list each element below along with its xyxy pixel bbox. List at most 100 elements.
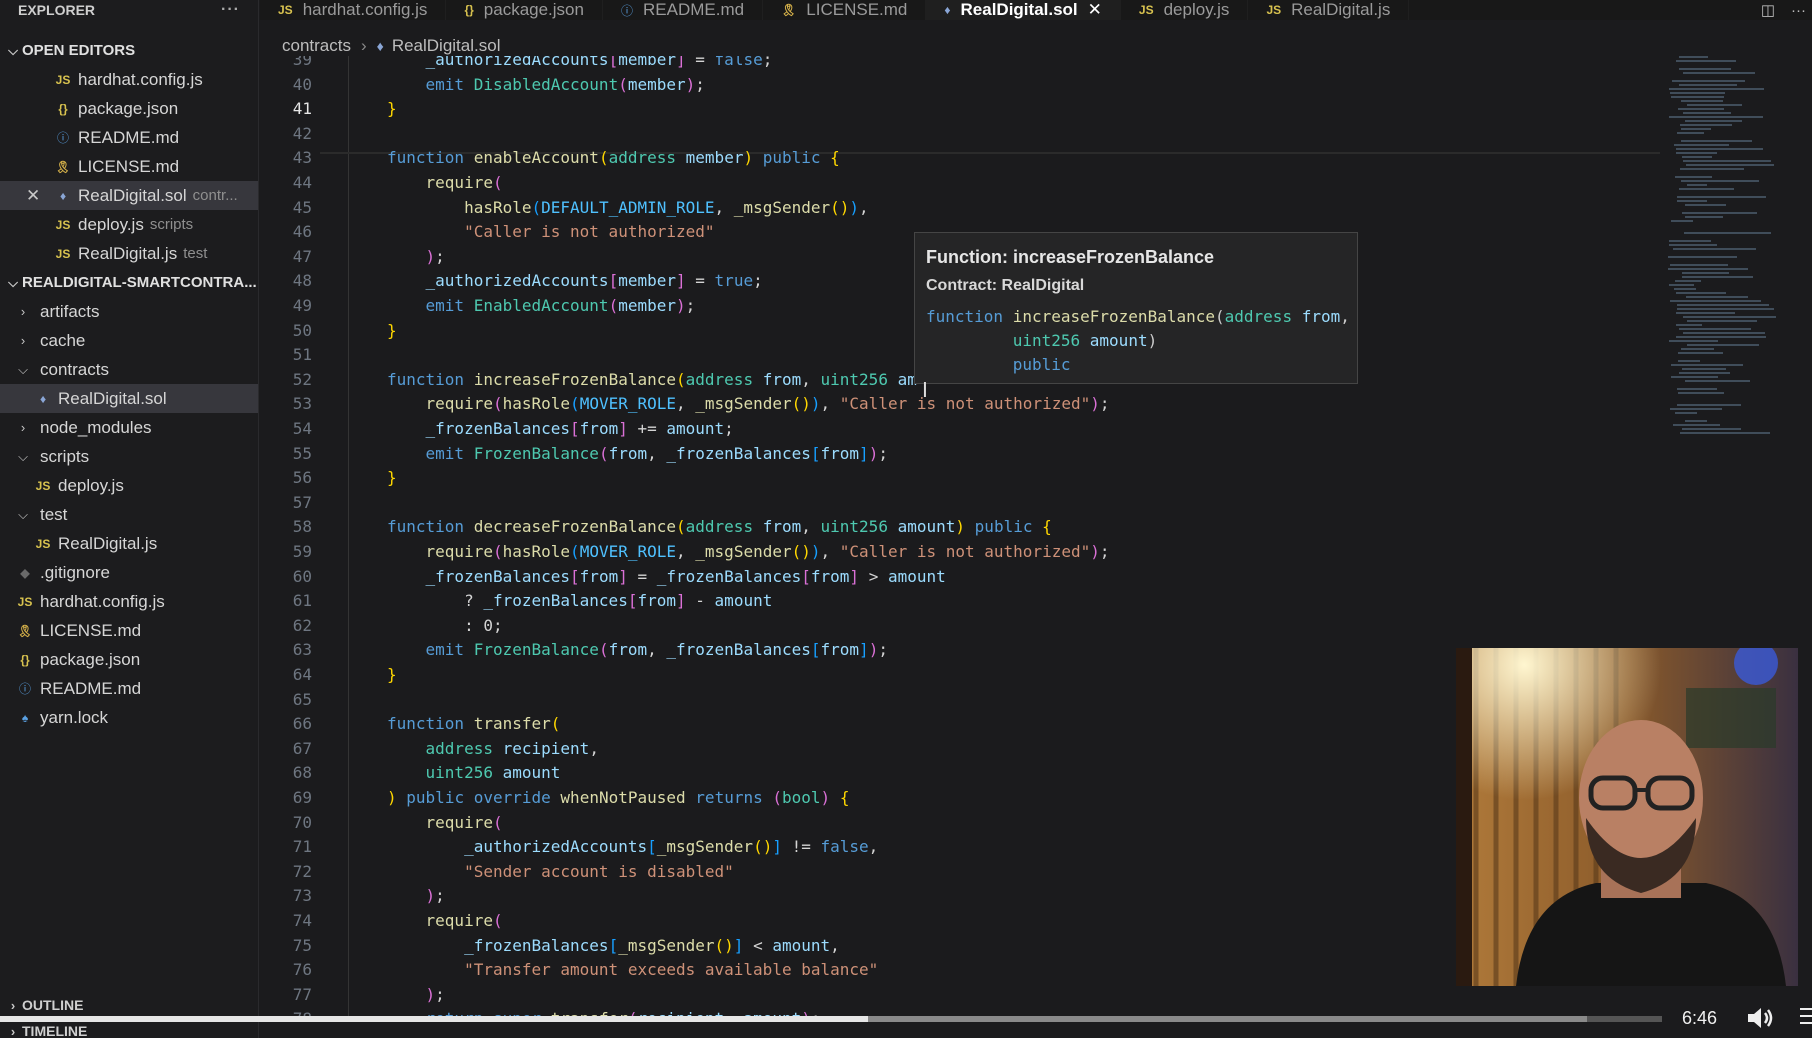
minimap-line bbox=[1676, 312, 1735, 314]
tab-actions: ◫ ··· bbox=[1761, 0, 1812, 20]
code-line: 41} bbox=[260, 97, 1660, 121]
tree-file[interactable]: JS RealDigital.js bbox=[0, 529, 258, 558]
minimap-line bbox=[1676, 60, 1736, 62]
code-text: function decreaseFrozenBalance(address f… bbox=[387, 517, 1052, 537]
breadcrumb-folder[interactable]: contracts bbox=[282, 36, 351, 56]
editor-tab[interactable]: ⓘ README.md bbox=[603, 0, 764, 20]
minimap-line bbox=[1679, 328, 1751, 330]
volume-icon[interactable] bbox=[1746, 1006, 1776, 1030]
minimap-line bbox=[1675, 280, 1701, 282]
close-icon[interactable]: ✕ bbox=[1088, 0, 1102, 20]
minimap-line bbox=[1678, 392, 1724, 394]
json-icon: {} bbox=[20, 652, 30, 667]
open-editor-item[interactable]: {} package.json bbox=[0, 94, 258, 123]
editor-tab[interactable]: 🎗 LICENSE.md bbox=[763, 0, 927, 20]
minimap-line bbox=[1676, 152, 1717, 154]
git-icon: ◆ bbox=[20, 565, 30, 580]
code-text: _frozenBalances[from] = _frozenBalances[… bbox=[425, 566, 946, 586]
breadcrumb: contracts › ♦ RealDigital.sol bbox=[282, 34, 500, 58]
explorer-sidebar: EXPLORER ··· ⌵ OPEN EDITORS JS hardhat.co… bbox=[0, 0, 259, 1038]
minimap-line bbox=[1676, 148, 1763, 150]
breadcrumb-file[interactable]: RealDigital.sol bbox=[392, 36, 501, 56]
line-number: 45 bbox=[292, 197, 312, 217]
line-number: 72 bbox=[292, 861, 312, 881]
tree-file[interactable]: ♠ yarn.lock bbox=[0, 703, 258, 732]
code-text: "Transfer amount exceeds available balan… bbox=[464, 960, 879, 980]
tree-folder[interactable]: › cache bbox=[0, 326, 258, 355]
editor-tab[interactable]: JS deploy.js bbox=[1121, 0, 1249, 20]
tree-folder[interactable]: ⌵ contracts bbox=[0, 355, 258, 384]
js-icon: JS bbox=[35, 536, 51, 551]
minimap-line bbox=[1678, 352, 1723, 354]
tree-file[interactable]: ⓘ README.md bbox=[0, 674, 258, 703]
tree-item-label: yarn.lock bbox=[40, 707, 109, 727]
info-icon: ⓘ bbox=[56, 131, 69, 145]
chevron-down-icon: ⌵ bbox=[18, 361, 28, 377]
minimap-line bbox=[1680, 432, 1770, 434]
project-section[interactable]: ⌵ REALDIGITAL-SMARTCONTRA... bbox=[0, 268, 258, 297]
tab-label: RealDigital.sol bbox=[960, 0, 1078, 19]
code-editor[interactable]: 39 _authorizedAccounts[member] = false; 4… bbox=[260, 56, 1660, 1016]
tree-file[interactable]: ♦ RealDigital.sol bbox=[0, 384, 258, 413]
minimap-line bbox=[1669, 284, 1694, 286]
minimap-line bbox=[1674, 288, 1696, 290]
minimap-line bbox=[1669, 244, 1717, 246]
open-editor-name: README.md bbox=[78, 127, 180, 147]
minimap-line bbox=[1669, 340, 1718, 342]
outline-section[interactable]: › OUTLINE bbox=[0, 992, 258, 1018]
line-number: 39 bbox=[292, 56, 312, 69]
editor-tab[interactable]: JS hardhat.config.js bbox=[260, 0, 447, 20]
minimap-line bbox=[1682, 272, 1729, 274]
tree-folder[interactable]: › node_modules bbox=[0, 413, 258, 442]
code-text: require( bbox=[425, 812, 503, 832]
tab-label: deploy.js bbox=[1163, 0, 1230, 19]
line-number: 64 bbox=[292, 665, 312, 684]
close-icon[interactable]: ✕ bbox=[26, 186, 52, 206]
open-editor-name: LICENSE.md bbox=[78, 156, 180, 176]
minimap-line bbox=[1669, 240, 1711, 242]
line-number: 61 bbox=[292, 591, 312, 611]
tree-file[interactable]: JS hardhat.config.js bbox=[0, 587, 258, 616]
js-icon: JS bbox=[278, 3, 293, 17]
tree-folder[interactable]: › artifacts bbox=[0, 297, 258, 326]
tree-file[interactable]: JS deploy.js bbox=[0, 471, 258, 500]
split-editor-icon[interactable]: ◫ bbox=[1761, 1, 1775, 19]
code-text: ) public override whenNotPaused returns … bbox=[387, 788, 850, 807]
editor-tab[interactable]: ♦ RealDigital.sol ✕ bbox=[926, 0, 1121, 20]
line-number: 49 bbox=[292, 296, 312, 315]
more-tab-actions-icon[interactable]: ··· bbox=[1791, 2, 1806, 19]
open-editor-item[interactable]: JS deploy.js scripts bbox=[0, 210, 258, 239]
tree-file[interactable]: {} package.json bbox=[0, 645, 258, 674]
minimap[interactable] bbox=[1664, 56, 1784, 456]
open-editor-item[interactable]: ✕ ♦ RealDigital.sol contr... bbox=[0, 181, 258, 210]
open-editor-item[interactable]: ⓘ README.md bbox=[0, 123, 258, 152]
line-number: 55 bbox=[292, 443, 312, 463]
open-editor-item[interactable]: JS RealDigital.js test bbox=[0, 239, 258, 268]
tree-folder[interactable]: ⌵ scripts bbox=[0, 442, 258, 471]
minimap-line bbox=[1679, 68, 1731, 70]
code-line: 44 require( bbox=[260, 171, 1660, 195]
menu-icon[interactable] bbox=[1800, 1008, 1812, 1028]
tree-folder[interactable]: ⌵ test bbox=[0, 500, 258, 529]
code-text: emit DisabledAccount(member); bbox=[425, 74, 705, 94]
more-actions-icon[interactable]: ··· bbox=[221, 1, 240, 19]
minimap-line bbox=[1673, 424, 1720, 426]
minimap-line bbox=[1679, 84, 1737, 86]
js-icon: JS bbox=[1266, 3, 1282, 17]
minimap-line bbox=[1668, 256, 1737, 258]
code-line: 72 "Sender account is disabled" bbox=[260, 860, 1660, 884]
line-number: 70 bbox=[292, 812, 312, 832]
minimap-line bbox=[1677, 200, 1707, 202]
tree-file[interactable]: ◆ .gitignore bbox=[0, 558, 258, 587]
code-line: 70 require( bbox=[260, 811, 1660, 835]
open-editor-item[interactable]: 🎗 LICENSE.md bbox=[0, 152, 258, 181]
open-editor-item[interactable]: JS hardhat.config.js bbox=[0, 65, 258, 94]
minimap-line bbox=[1670, 92, 1725, 94]
code-line: 62 : 0; bbox=[260, 614, 1660, 638]
code-line: 73 ); bbox=[260, 884, 1660, 908]
open-editors-section[interactable]: ⌵ OPEN EDITORS bbox=[0, 36, 258, 65]
editor-tab[interactable]: {} package.json bbox=[446, 0, 603, 20]
tree-file[interactable]: 🎗 LICENSE.md bbox=[0, 616, 258, 645]
minimap-line bbox=[1671, 364, 1743, 366]
editor-tab[interactable]: JS RealDigital.js bbox=[1248, 0, 1410, 20]
